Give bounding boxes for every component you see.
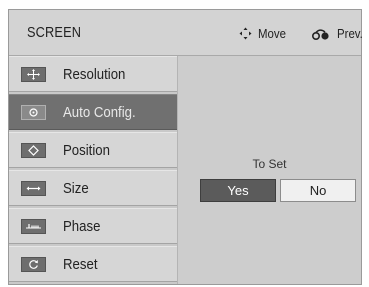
to-set-prompt: To Set bbox=[252, 157, 287, 171]
no-button[interactable]: No bbox=[280, 179, 356, 202]
prev-hint: Prev. bbox=[311, 26, 366, 41]
page-title: SCREEN bbox=[27, 24, 82, 41]
auto-config-icon bbox=[21, 105, 46, 120]
move-hint: Move bbox=[239, 26, 290, 41]
menu-item-label: Position bbox=[63, 142, 110, 159]
menu-item-size[interactable]: Size bbox=[9, 170, 177, 206]
menu-item-auto-config[interactable]: Auto Config. bbox=[9, 94, 177, 130]
menu-item-label: Phase bbox=[63, 218, 101, 235]
menu-item-resolution[interactable]: Resolution bbox=[9, 56, 177, 92]
size-icon bbox=[21, 181, 46, 196]
phase-icon bbox=[21, 219, 46, 234]
prev-hint-label: Prev. bbox=[337, 26, 363, 41]
move-hint-label: Move bbox=[258, 26, 286, 41]
menu-item-label: Reset bbox=[63, 256, 98, 273]
yes-button[interactable]: Yes bbox=[200, 179, 276, 202]
menu-item-label: Size bbox=[63, 180, 89, 197]
screen-menu-window: SCREEN Move Prev. Resolution Auto Config… bbox=[8, 9, 363, 285]
return-icon bbox=[311, 29, 329, 41]
menu-item-reset[interactable]: Reset bbox=[9, 246, 177, 282]
reset-icon bbox=[21, 257, 46, 272]
menu-item-label: Auto Config. bbox=[63, 104, 136, 121]
screen-settings-menu: Resolution Auto Config. Position Size Ph… bbox=[9, 56, 177, 284]
position-icon bbox=[21, 143, 46, 158]
menu-item-position[interactable]: Position bbox=[9, 132, 177, 168]
menu-item-phase[interactable]: Phase bbox=[9, 208, 177, 244]
auto-config-panel: To Set Yes No bbox=[177, 56, 361, 284]
move-arrows-icon bbox=[239, 27, 252, 40]
menu-item-label: Resolution bbox=[63, 66, 126, 83]
move-arrows-icon bbox=[21, 67, 46, 82]
header-bar: SCREEN Move Prev. bbox=[9, 10, 363, 56]
